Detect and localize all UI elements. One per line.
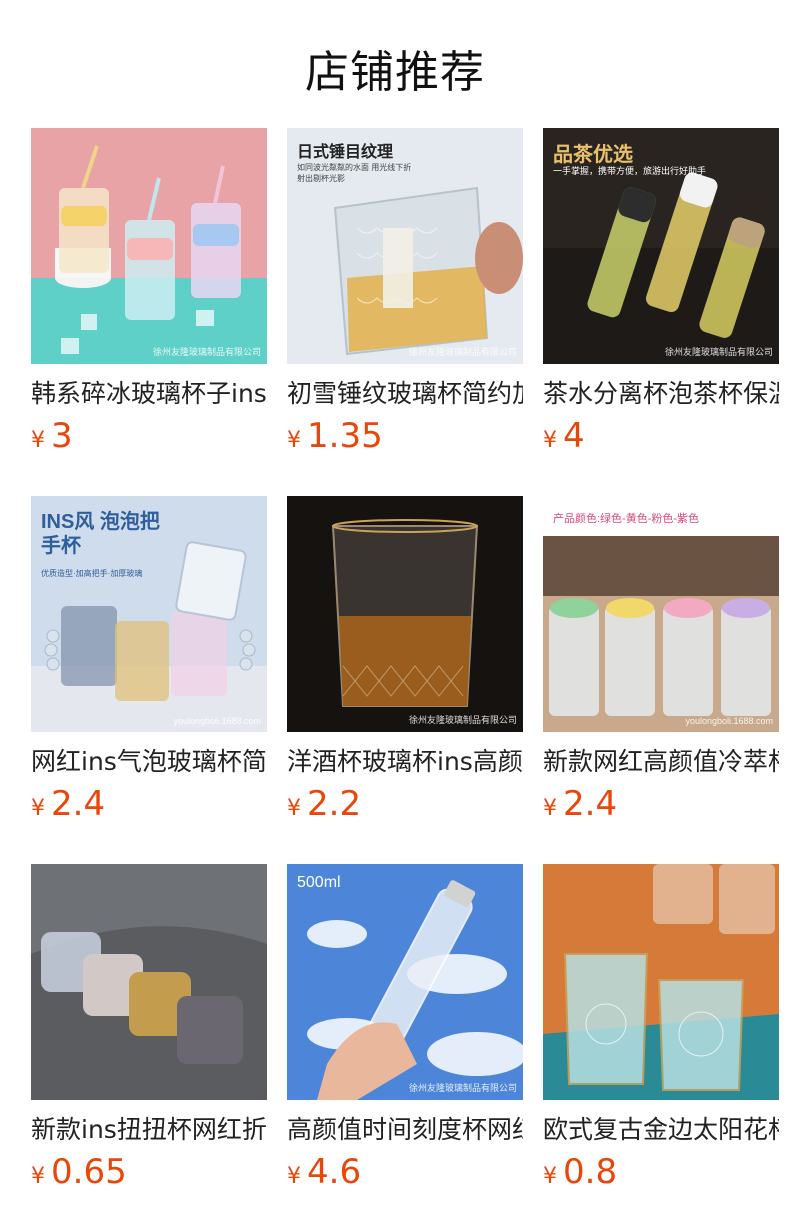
currency-symbol: ¥ xyxy=(31,1164,45,1189)
price-value: 3 xyxy=(51,416,73,456)
product-card[interactable]: 日式锤目纹理 如同波光粼粼的水面 用光线下折射出剔杯光影 徐州友隆玻璃制品有限公… xyxy=(287,128,523,496)
watermark-text: 徐州友隆玻璃制品有限公司 xyxy=(664,347,773,357)
currency-symbol: ¥ xyxy=(287,1164,301,1189)
watermark-text: 徐州友隆玻璃制品有限公司 xyxy=(408,715,517,725)
product-image[interactable]: 品茶优选 一手掌握，携带方便，旅游出行好助手 徐州友隆玻璃制品有限公司 xyxy=(543,128,779,364)
overlay-subtitle: 优质造型·加高把手·加厚玻璃 xyxy=(41,569,143,578)
product-price: ¥0.65 xyxy=(31,1152,267,1198)
currency-symbol: ¥ xyxy=(543,1164,557,1189)
price-value: 1.35 xyxy=(307,416,383,456)
watermark-text: 徐州友隆玻璃制品有限公司 xyxy=(408,347,517,357)
product-image[interactable] xyxy=(543,864,779,1100)
overlay-subtitle: 如同波光粼粼的水面 用光线下折射出剔杯光影 xyxy=(297,163,412,183)
currency-symbol: ¥ xyxy=(31,428,45,453)
product-price: ¥4.6 xyxy=(287,1152,523,1198)
watermark-text: youlongboli.1688.com xyxy=(173,716,261,726)
product-card[interactable]: 徐州友隆玻璃制品有限公司 韩系碎冰玻璃杯子ins风高颜值 ¥3 xyxy=(31,128,267,496)
product-image[interactable]: INS风 泡泡把手杯 优质造型·加高把手·加厚玻璃 youlongboli.16… xyxy=(31,496,267,732)
currency-symbol: ¥ xyxy=(287,428,301,453)
overlay-title: 品茶优选 xyxy=(553,144,633,166)
price-value: 4 xyxy=(563,416,585,456)
product-image[interactable]: 日式锤目纹理 如同波光粼粼的水面 用光线下折射出剔杯光影 徐州友隆玻璃制品有限公… xyxy=(287,128,523,364)
product-card[interactable]: 新款ins扭扭杯网红折纹杯 ¥0.65 xyxy=(31,864,267,1232)
product-price: ¥2.2 xyxy=(287,784,523,830)
overlay-title: INS风 泡泡把手杯 xyxy=(41,511,160,557)
product-card[interactable]: 欧式复古金边太阳花杯 ¥0.8 xyxy=(543,864,779,1232)
price-value: 0.8 xyxy=(563,1152,618,1192)
currency-symbol: ¥ xyxy=(543,796,557,821)
page-title: 店铺推荐 xyxy=(305,47,485,98)
product-name[interactable]: 初雪锤纹玻璃杯简约加厚 xyxy=(287,378,523,410)
product-image[interactable]: 徐州友隆玻璃制品有限公司 xyxy=(287,496,523,732)
product-grid: 徐州友隆玻璃制品有限公司 韩系碎冰玻璃杯子ins风高颜值 ¥3 日式锤目纹理 xyxy=(31,128,779,1232)
price-value: 2.2 xyxy=(307,784,362,824)
product-price: ¥2.4 xyxy=(31,784,267,830)
product-image[interactable] xyxy=(31,864,267,1100)
product-name[interactable]: 网红ins气泡玻璃杯简约 xyxy=(31,746,267,778)
product-price: ¥2.4 xyxy=(543,784,779,830)
overlay-title: 日式锤目纹理 xyxy=(297,144,394,161)
currency-symbol: ¥ xyxy=(287,796,301,821)
product-price: ¥1.35 xyxy=(287,416,523,462)
product-price: ¥3 xyxy=(31,416,267,462)
product-card[interactable]: 徐州友隆玻璃制品有限公司 洋酒杯玻璃杯ins高颜值 ¥2.2 xyxy=(287,496,523,864)
product-image[interactable]: 产品颜色:绿色-黄色-粉色-紫色 youlongboli.1688.com xyxy=(543,496,779,732)
product-name[interactable]: 新款网红高颜值冷萃杯 xyxy=(543,746,779,778)
overlay-subtitle: 一手掌握，携带方便，旅游出行好助手 xyxy=(553,166,707,176)
product-name[interactable]: 洋酒杯玻璃杯ins高颜值 xyxy=(287,746,523,778)
product-price: ¥0.8 xyxy=(543,1152,779,1198)
product-image[interactable]: 徐州友隆玻璃制品有限公司 xyxy=(31,128,267,364)
product-card[interactable]: 产品颜色:绿色-黄色-粉色-紫色 youlongboli.1688.com 新款… xyxy=(543,496,779,864)
price-value: 2.4 xyxy=(51,784,106,824)
currency-symbol: ¥ xyxy=(31,796,45,821)
price-value: 4.6 xyxy=(307,1152,362,1192)
product-name[interactable]: 欧式复古金边太阳花杯 xyxy=(543,1114,779,1146)
price-value: 0.65 xyxy=(51,1152,127,1192)
product-card[interactable]: INS风 泡泡把手杯 优质造型·加高把手·加厚玻璃 youlongboli.16… xyxy=(31,496,267,864)
product-name[interactable]: 韩系碎冰玻璃杯子ins风高颜值 xyxy=(31,378,267,410)
product-image[interactable]: 500ml 徐州友隆玻璃制品有限公司 xyxy=(287,864,523,1100)
price-value: 2.4 xyxy=(563,784,618,824)
product-name[interactable]: 茶水分离杯泡茶杯保温 xyxy=(543,378,779,410)
watermark-text: youlongboli.1688.com xyxy=(685,716,773,726)
product-name[interactable]: 高颜值时间刻度杯网红 xyxy=(287,1114,523,1146)
product-card[interactable]: 500ml 徐州友隆玻璃制品有限公司 高颜值时间刻度杯网红 ¥4.6 xyxy=(287,864,523,1232)
product-price: ¥4 xyxy=(543,416,779,462)
overlay-title: 500ml xyxy=(297,874,341,891)
overlay-title: 产品颜色:绿色-黄色-粉色-紫色 xyxy=(553,513,700,525)
watermark-text: 徐州友隆玻璃制品有限公司 xyxy=(152,347,261,357)
currency-symbol: ¥ xyxy=(543,428,557,453)
product-name[interactable]: 新款ins扭扭杯网红折纹杯 xyxy=(31,1114,267,1146)
product-card[interactable]: 品茶优选 一手掌握，携带方便，旅游出行好助手 徐州友隆玻璃制品有限公司 茶水分离… xyxy=(543,128,779,496)
watermark-text: 徐州友隆玻璃制品有限公司 xyxy=(408,1083,517,1093)
